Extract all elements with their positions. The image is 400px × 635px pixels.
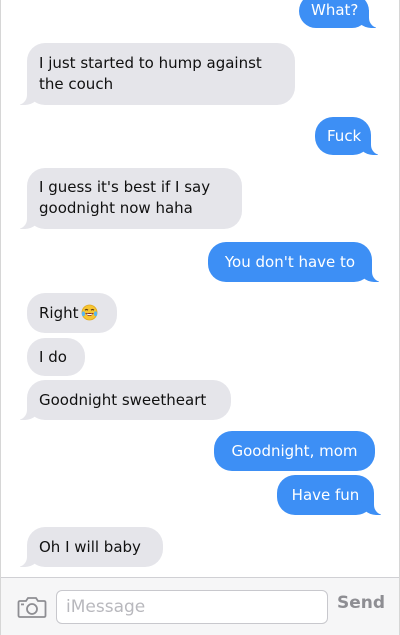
message-bubble-outgoing: Goodnight, mom (214, 431, 375, 471)
message-text: Have fun (291, 486, 360, 504)
message-bubble-incoming: I do (27, 338, 85, 376)
message-text: What? (311, 1, 359, 19)
message-composer: Send (1, 577, 399, 635)
message-text: Fuck (327, 127, 362, 145)
message-text-line: I just started to hump against (39, 54, 262, 72)
message-bubble-incoming: Goodnight sweetheart (15, 380, 231, 420)
message-bubble-outgoing: You don't have to (208, 242, 384, 282)
message-bubble-incoming: Oh I will baby (15, 527, 163, 567)
send-button[interactable]: Send (337, 593, 385, 613)
message-text: Goodnight, mom (231, 442, 358, 460)
message-text-line: the couch (39, 75, 114, 93)
tears-of-joy-emoji (81, 304, 98, 327)
message-bubble-outgoing: Fuck (315, 117, 383, 155)
message-text: Goodnight sweetheart (39, 391, 207, 409)
camera-icon[interactable] (17, 595, 47, 619)
message-text-line: goodnight now haha (39, 199, 193, 217)
message-bubble-incoming: I just started to hump against the couch (15, 43, 295, 105)
message-input[interactable] (56, 590, 328, 624)
message-thread: What? I just started to hump against the… (1, 0, 399, 577)
message-text-line: I guess it's best if I say (39, 178, 211, 196)
message-text: You don't have to (224, 253, 356, 271)
message-bubble-outgoing: Have fun (277, 475, 386, 515)
message-bubble-outgoing: What? (299, 0, 381, 28)
message-bubble-incoming: I guess it's best if I say goodnight now… (15, 168, 242, 229)
message-text: Oh I will baby (39, 538, 141, 556)
message-bubble-incoming: Right (27, 293, 117, 333)
message-text: I do (39, 348, 67, 366)
message-text: Right (39, 304, 79, 322)
